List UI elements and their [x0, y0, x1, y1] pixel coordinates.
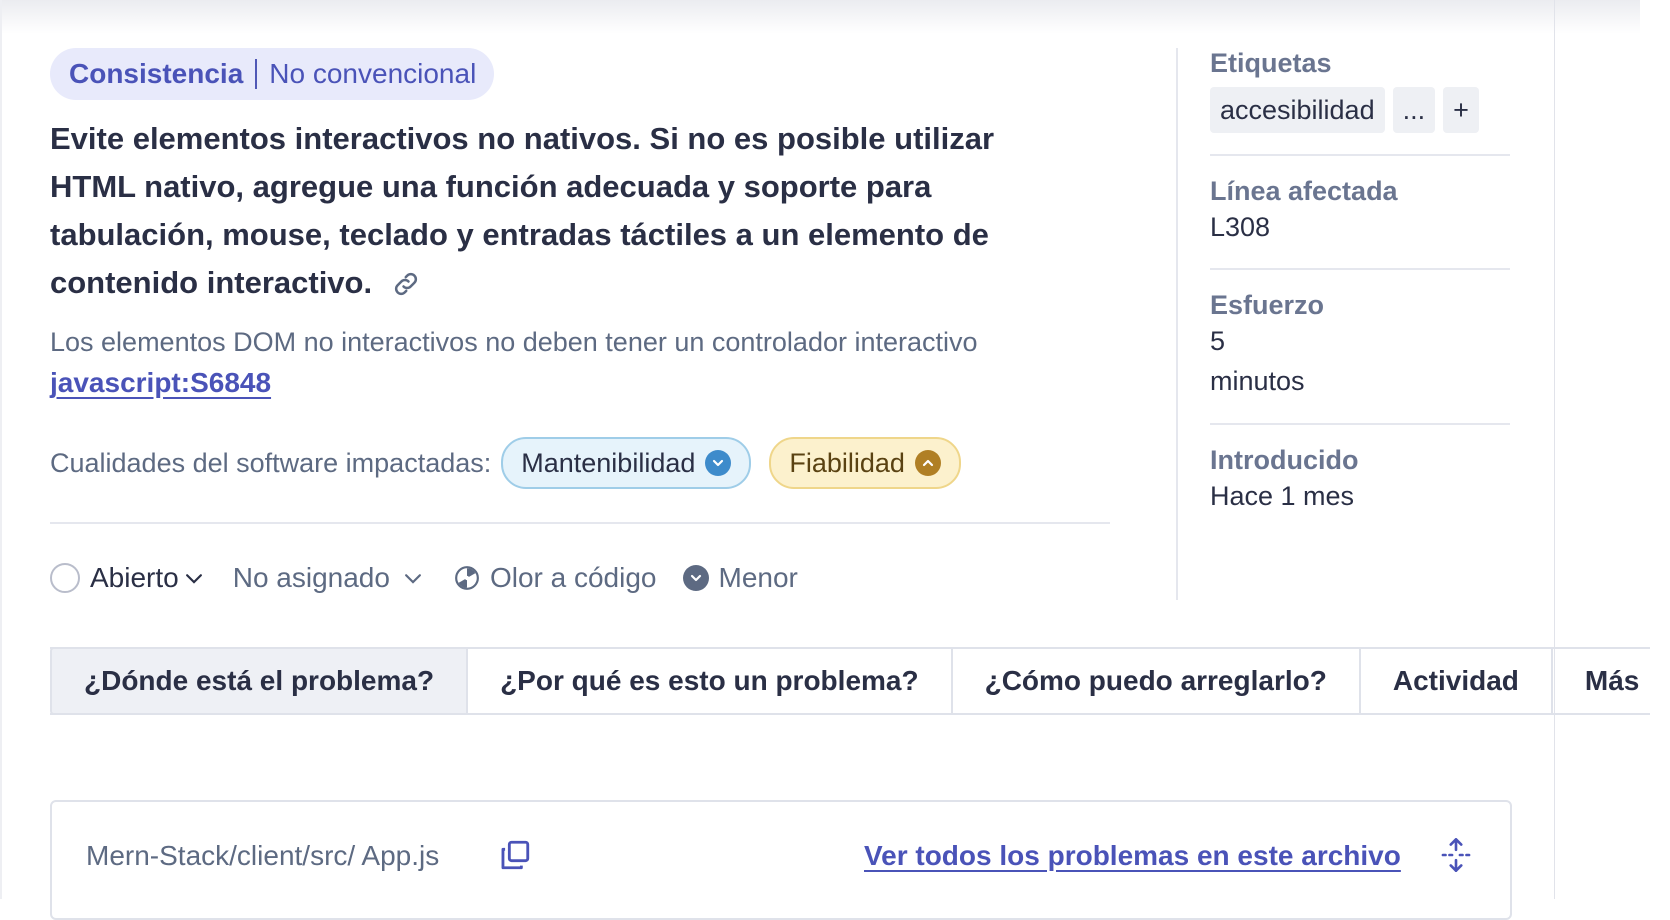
effort-value: 5 — [1210, 326, 1226, 356]
issue-type: Olor a código — [454, 562, 657, 594]
effort-label: Esfuerzo — [1210, 290, 1325, 320]
quality-badge-fiabilidad[interactable]: Fiabilidad — [769, 437, 961, 489]
category-label: No convencional — [269, 58, 477, 89]
attribute-label: Consistencia — [69, 58, 244, 89]
tag-accesibilidad[interactable]: accesibilidad — [1210, 87, 1385, 133]
right-divider — [1554, 0, 1555, 899]
section-divider — [50, 522, 1110, 524]
chevron-down-icon — [705, 450, 732, 476]
affected-line-section: Línea afectada L308 — [1210, 176, 1510, 247]
tab-how-to-fix[interactable]: ¿Cómo puedo arreglarlo? — [953, 649, 1361, 713]
tab-why[interactable]: ¿Por qué es esto un problema? — [468, 649, 953, 713]
effort-section: Esfuerzo 5 minutos — [1210, 290, 1510, 401]
meta-separator — [1210, 268, 1510, 270]
assignee-dropdown[interactable]: No asignado — [233, 562, 424, 594]
issue-severity: Menor — [682, 562, 798, 594]
file-path: Mern-Stack/client/src/ App.js — [86, 840, 440, 871]
introduced-label: Introducido — [1210, 445, 1359, 475]
issue-status-row: Abierto No asignado Olor a código Menor — [50, 556, 798, 600]
code-smell-icon — [455, 566, 479, 590]
introduced-section: Introducido Hace 1 mes — [1210, 445, 1510, 516]
severity-minor-icon — [682, 565, 709, 591]
affected-line-label: Línea afectada — [1210, 176, 1398, 206]
copy-icon[interactable] — [498, 838, 532, 877]
quality-label: Fiabilidad — [789, 447, 905, 478]
tags-section: Etiquetas accesibilidad ... + — [1210, 48, 1510, 133]
qualities-label: Cualidades del software impactadas: — [50, 447, 492, 478]
code-viewer-card: Mern-Stack/client/src/ App.js Ver todos … — [50, 800, 1512, 920]
software-qualities: Cualidades del software impactadas: Mant… — [50, 437, 961, 489]
permalink-icon[interactable] — [391, 265, 421, 313]
introduced-value: Hace 1 mes — [1210, 481, 1355, 511]
quality-label: Mantenibilidad — [521, 447, 696, 478]
chevron-down-icon — [185, 574, 202, 584]
quality-badge-mantenibilidad[interactable]: Mantenibilidad — [501, 437, 752, 489]
issue-tabs: ¿Dónde está el problema? ¿Por qué es est… — [50, 647, 1650, 715]
clean-code-attribute-pill: Consistencia No convencional — [50, 48, 495, 100]
rule-description: Los elementos DOM no interactivos no deb… — [50, 327, 978, 357]
tab-more[interactable]: Más — [1553, 649, 1670, 713]
rule-key-link[interactable]: javascript:S6848 — [50, 367, 271, 399]
left-border — [0, 0, 2, 899]
add-tag-button[interactable]: + — [1443, 87, 1479, 133]
tags-label: Etiquetas — [1210, 48, 1332, 78]
tab-activity[interactable]: Actividad — [1361, 649, 1553, 713]
severity-label: Menor — [718, 562, 798, 593]
pill-separator — [255, 59, 258, 89]
top-shadow — [0, 0, 1640, 34]
status-dropdown[interactable]: Abierto — [50, 562, 205, 594]
tab-where[interactable]: ¿Dónde está el problema? — [50, 647, 469, 715]
status-circle-icon — [50, 563, 80, 593]
assignee-label: No asignado — [232, 562, 390, 593]
chevron-down-icon — [404, 574, 421, 584]
expand-icon[interactable] — [1440, 838, 1472, 877]
meta-separator — [1210, 154, 1510, 156]
chevron-up-icon — [914, 450, 941, 476]
issue-type-label: Olor a código — [489, 562, 657, 593]
tags-more-button[interactable]: ... — [1392, 87, 1436, 133]
meta-divider — [1176, 48, 1178, 600]
view-all-issues-link[interactable]: Ver todos los problemas en este archivo — [864, 840, 1401, 872]
effort-unit: minutos — [1210, 366, 1305, 396]
tags-list: accesibilidad ... + — [1210, 87, 1510, 133]
affected-line-value: L308 — [1210, 212, 1271, 242]
meta-separator — [1210, 423, 1510, 425]
issue-title: Evite elementos interactivos no nativos.… — [50, 115, 1060, 313]
issue-title-text: Evite elementos interactivos no nativos.… — [50, 121, 995, 300]
status-label: Abierto — [90, 562, 179, 593]
